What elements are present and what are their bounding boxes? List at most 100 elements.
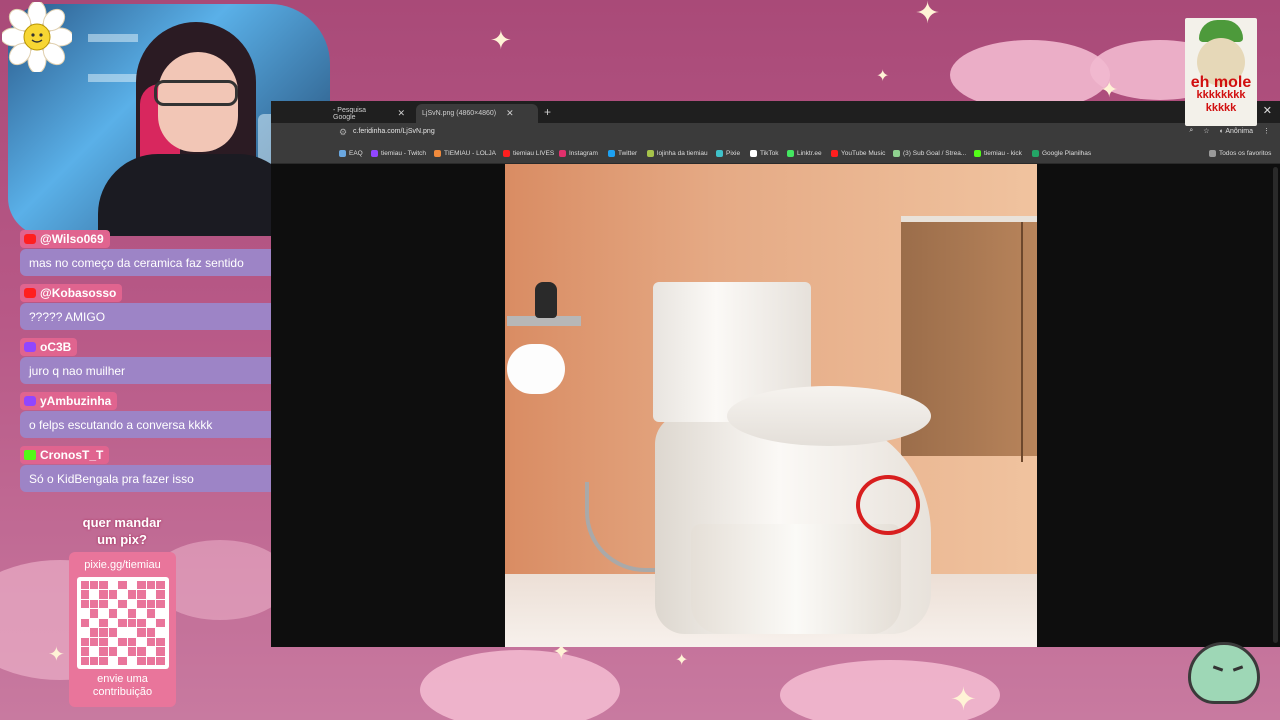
bookmark-favicon-icon [893, 150, 900, 157]
chat-message: @Kobasosso ????? AMIGO [20, 284, 310, 332]
incognito-profile[interactable]: ◐ Anônima [1220, 128, 1253, 135]
chat-username: yAmbuzinha [20, 392, 118, 410]
kick-icon [24, 450, 36, 460]
chat-username: oC3B [20, 338, 78, 356]
scrollbar[interactable] [1273, 167, 1278, 643]
bookmark-item[interactable]: Linktr.ee [787, 150, 822, 157]
youtube-icon [503, 150, 510, 157]
bookmark-label: Google Planilhas [1042, 150, 1092, 157]
cloud-decoration [420, 650, 620, 720]
chat-message: CronosT_T Só o KidBengala pra fazer isso [20, 446, 310, 494]
new-tab-button[interactable]: + [544, 105, 551, 119]
meme-card: eh mole kkkkkkkk kkkkk [1185, 18, 1257, 126]
sheets-icon [1032, 150, 1039, 157]
chat-username: @Kobasosso [20, 284, 123, 302]
twitter-icon [608, 150, 615, 157]
bookmark-label: TIEMIAU - LOLJA [444, 150, 497, 157]
chat-username-text: oC3B [40, 340, 72, 354]
youtube-music-icon [831, 150, 838, 157]
pix-title-line: quer mandar [82, 515, 162, 530]
close-window-button[interactable]: ✕ [1263, 104, 1272, 117]
qr-code-icon [76, 577, 169, 669]
bookmark-item[interactable]: Pixie [716, 150, 740, 157]
bookmark-item[interactable]: YouTube Music [831, 150, 885, 157]
pix-title: quer mandar um pix? [64, 514, 180, 548]
meme-line: eh mole [1190, 74, 1252, 91]
chat-overlay: @Wilso069 mas no começo da ceramica faz … [20, 230, 310, 500]
site-settings-icon[interactable]: ⚙ [339, 127, 347, 138]
address-bar[interactable]: ⚙ c.feridinha.com/LjSvN.png ⌕ ☆ ◐ Anônim… [271, 123, 1280, 144]
bookmark-item[interactable]: TIEMIAU - LOLJA [434, 150, 496, 157]
star-icon: ✦ [490, 26, 512, 56]
pix-card: pixie.gg/tiemiau envie uma contribuição [69, 552, 176, 707]
url-field[interactable]: c.feridinha.com/LjSvN.png [353, 128, 435, 135]
folder-icon [1209, 150, 1216, 157]
bookmark-label: tiemiau - kick [984, 150, 1022, 157]
star-icon: ✦ [675, 650, 689, 669]
bookmarks-bar: EAQ tiemiau - Twitch TIEMIAU - LOLJA tie… [271, 144, 1280, 164]
photo-toilet-base [691, 524, 901, 634]
meme-text: eh mole kkkkkkkk kkkkk [1185, 74, 1257, 115]
bookmark-label: Pixie [726, 150, 741, 157]
cloud-decoration [950, 40, 1110, 110]
chat-message: yAmbuzinha o felps escutando a conversa … [20, 392, 310, 440]
twitch-icon [24, 396, 36, 406]
close-icon[interactable]: ✕ [506, 108, 514, 119]
tab-label: - Pesquisa Google [333, 106, 367, 121]
kick-icon [974, 150, 981, 157]
chat-username-text: CronosT_T [40, 448, 104, 462]
bookmark-item[interactable]: tiemiau LIVES [503, 150, 554, 157]
bookmark-item[interactable]: Instagram [559, 150, 598, 157]
pix-cta: contribuição [92, 686, 153, 698]
bookmark-label: (3) Sub Goal / Strea... [903, 150, 967, 157]
close-icon[interactable]: ✕ [397, 108, 405, 119]
twitch-icon [371, 150, 378, 157]
bookmark-label: tiemiau LIVES [513, 150, 555, 157]
bookmark-favicon-icon [716, 150, 723, 157]
tab-google-search[interactable]: - Pesquisa Google ✕ [327, 104, 411, 123]
bookmark-item[interactable]: EAQ [339, 150, 363, 157]
chat-username-text: @Kobasosso [40, 286, 117, 300]
bookmark-item[interactable]: Google Planilhas [1032, 150, 1091, 157]
star-bookmark-icon[interactable]: ☆ [1203, 127, 1209, 135]
background-shelf [88, 74, 138, 82]
streamer-body [98, 154, 298, 236]
bookmark-favicon-icon [787, 150, 794, 157]
star-icon: ✦ [48, 642, 65, 666]
mascot-eye [1232, 665, 1244, 672]
bookmark-item[interactable]: (3) Sub Goal / Strea... [893, 150, 966, 157]
menu-icon[interactable]: ⋮ [1263, 127, 1270, 135]
star-icon: ✦ [876, 66, 890, 85]
mascot-icon [1188, 642, 1260, 704]
tab-image[interactable]: LjSvN.png (4860×4860) ✕ [416, 104, 538, 123]
chat-username-text: @Wilso069 [40, 232, 104, 246]
bookmark-item[interactable]: tiemiau - kick [974, 150, 1022, 157]
bookmark-favicon-icon [647, 150, 654, 157]
chat-username: CronosT_T [20, 446, 110, 464]
photo-vase [535, 282, 557, 318]
twitch-icon [24, 342, 36, 352]
star-icon: ✦ [915, 0, 941, 31]
bookmark-label: YouTube Music [841, 150, 886, 157]
toilet-photo [505, 164, 1037, 647]
bookmark-item[interactable]: tiemiau - Twitch [371, 150, 426, 157]
chat-text: ????? AMIGO [20, 303, 307, 330]
bookmark-label: Instagram [569, 150, 598, 157]
mascot-eye [1212, 665, 1224, 672]
all-bookmarks-label: Todos os favoritos [1219, 150, 1272, 157]
chat-username: @Wilso069 [20, 230, 110, 248]
bookmark-label: EAQ [349, 150, 363, 157]
chat-username-text: yAmbuzinha [40, 394, 112, 408]
photo-toilet-lid [727, 386, 931, 446]
bookmark-item[interactable]: TikTok [750, 150, 779, 157]
pix-cta: envie uma [97, 673, 148, 685]
streamer-glasses [154, 80, 238, 106]
bookmark-label: lojinha da tiemiau [657, 150, 708, 157]
browser-window: - Pesquisa Google ✕ LjSvN.png (4860×4860)… [271, 101, 1280, 647]
zoom-icon[interactable]: ⌕ [1189, 127, 1193, 135]
meme-line: kkkkk [1205, 102, 1237, 114]
highlight-circle [856, 475, 920, 535]
all-bookmarks-button[interactable]: Todos os favoritos [1209, 150, 1271, 157]
bookmark-item[interactable]: Twitter [608, 150, 637, 157]
bookmark-item[interactable]: lojinha da tiemiau [647, 150, 708, 157]
